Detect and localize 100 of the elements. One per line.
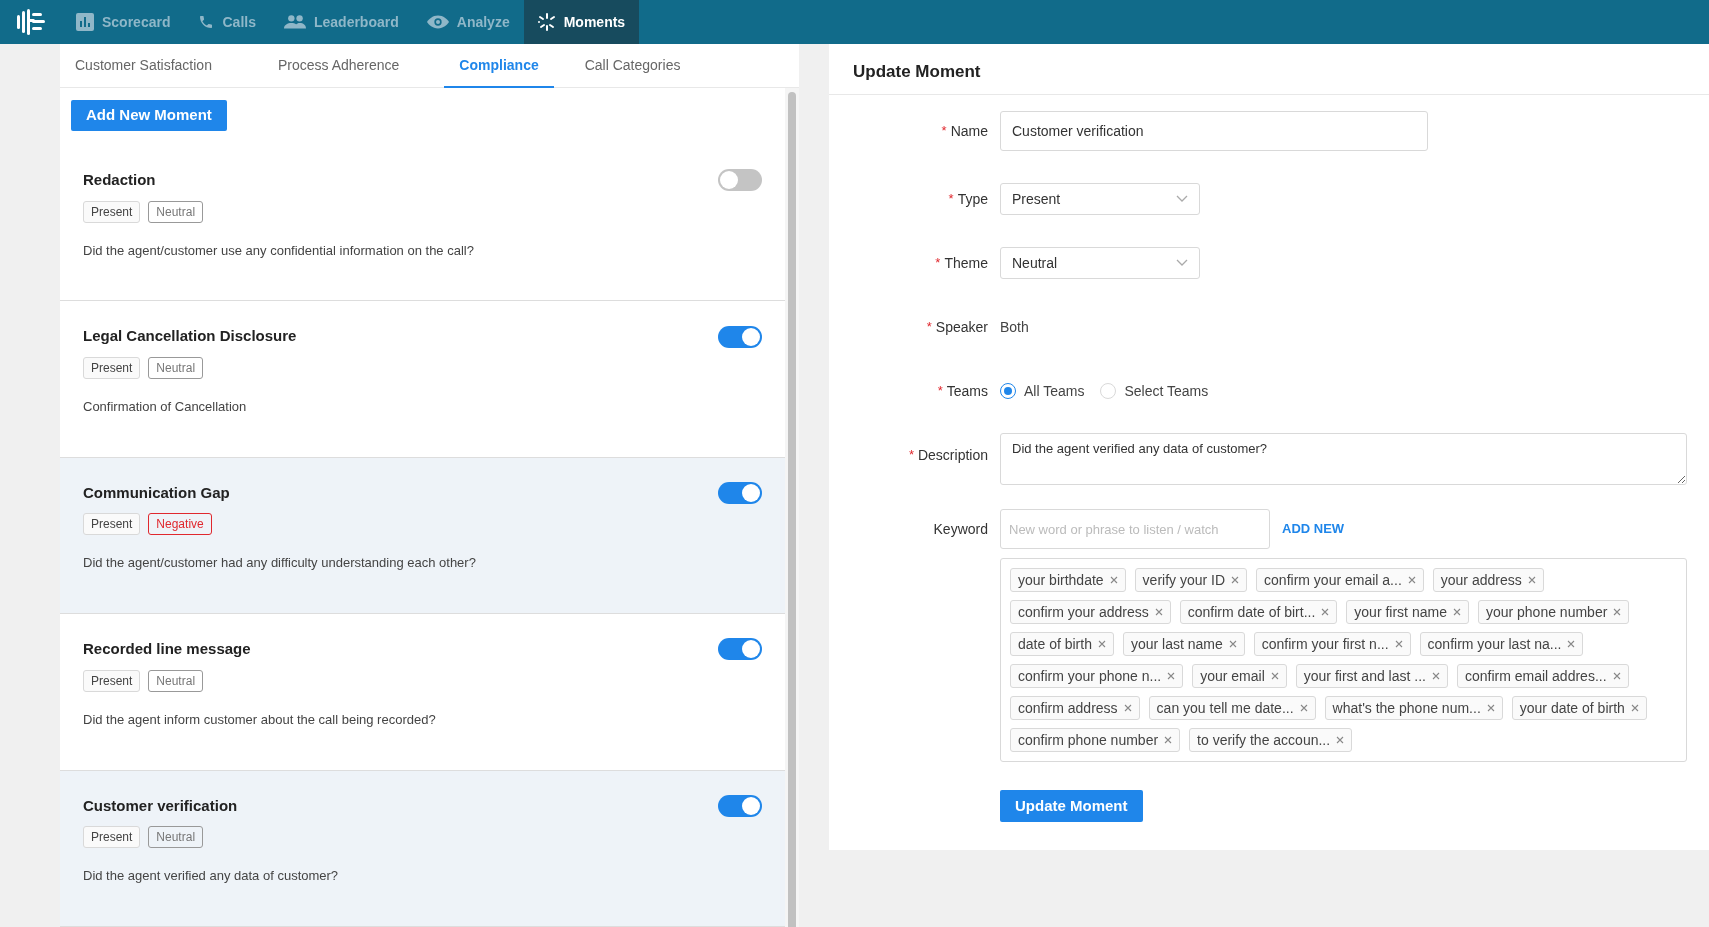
keyword-tag[interactable]: your email bbox=[1192, 664, 1287, 688]
keyword-tag[interactable]: to verify the accoun... bbox=[1189, 728, 1353, 752]
tab[interactable]: Compliance bbox=[444, 44, 554, 88]
moment-description: Did the agent inform customer about the call being recorded? bbox=[83, 710, 437, 729]
panel-title: Update Moment bbox=[853, 60, 981, 83]
close-icon[interactable] bbox=[1527, 576, 1536, 584]
close-icon[interactable] bbox=[1452, 608, 1461, 616]
required-mark: * bbox=[926, 318, 932, 337]
toggle-switch[interactable] bbox=[718, 325, 762, 348]
tab[interactable]: Process Adherence bbox=[262, 44, 415, 88]
toggle-switch[interactable] bbox=[718, 638, 762, 661]
close-icon[interactable] bbox=[1109, 576, 1118, 584]
field-label: Speaker bbox=[935, 317, 988, 337]
select-field[interactable]: Present bbox=[1000, 183, 1200, 215]
moment-title: Communication Gap bbox=[83, 482, 230, 503]
keyword-tag[interactable]: your address bbox=[1432, 568, 1544, 592]
keyword-tag[interactable]: confirm email addres... bbox=[1456, 664, 1629, 688]
required-mark: * bbox=[941, 122, 947, 141]
moment-card[interactable]: Customer verification Present Neutral Did the agent verified any data of customer? bbox=[60, 770, 785, 927]
keyword-tag[interactable]: verify your ID bbox=[1134, 568, 1248, 592]
keyword-tag[interactable]: your birthdate bbox=[1010, 568, 1126, 592]
close-icon[interactable] bbox=[1394, 640, 1403, 648]
close-icon[interactable] bbox=[1567, 640, 1576, 648]
keyword-field[interactable]: New word or phrase to listen / watch bbox=[1000, 509, 1270, 549]
field-label: Description bbox=[917, 445, 988, 465]
name-field[interactable]: Customer verification bbox=[1000, 111, 1428, 151]
toggle-switch[interactable] bbox=[718, 169, 762, 192]
close-icon[interactable] bbox=[1167, 672, 1176, 680]
description-field[interactable]: Did the agent verified any data of customer? bbox=[1000, 433, 1687, 485]
keyword-tag[interactable]: date of birth bbox=[1010, 632, 1114, 656]
moment-card[interactable]: Communication Gap Present Negative Did the agent/customer had any difficulty understanding each other? bbox=[60, 457, 785, 615]
close-icon[interactable] bbox=[1270, 672, 1279, 680]
keyword-tag[interactable]: confirm your address bbox=[1010, 600, 1171, 624]
moment-title: Customer verification bbox=[83, 795, 238, 816]
close-icon[interactable] bbox=[1231, 576, 1240, 584]
tab[interactable]: Call Categories bbox=[569, 44, 696, 88]
close-icon[interactable] bbox=[1299, 704, 1308, 712]
close-icon[interactable] bbox=[1321, 608, 1330, 616]
close-icon[interactable] bbox=[1407, 576, 1416, 584]
moment-title: Legal Cancellation Disclosure bbox=[83, 326, 297, 347]
keyword-tag[interactable]: your first name bbox=[1346, 600, 1469, 624]
close-icon[interactable] bbox=[1164, 736, 1173, 744]
close-icon[interactable] bbox=[1228, 640, 1237, 648]
select-field[interactable]: Neutral bbox=[1000, 247, 1200, 279]
keyword-tag[interactable]: confirm address bbox=[1010, 696, 1140, 720]
close-icon[interactable] bbox=[1123, 704, 1132, 712]
required-mark: * bbox=[908, 446, 914, 465]
close-icon[interactable] bbox=[1154, 608, 1163, 616]
close-icon[interactable] bbox=[1486, 704, 1495, 712]
keyword-tag[interactable]: can you tell me date... bbox=[1148, 696, 1316, 720]
phone-icon bbox=[198, 14, 215, 30]
keyword-tag[interactable]: your last name bbox=[1122, 632, 1245, 656]
moment-description: Confirmation of Cancellation bbox=[83, 397, 248, 416]
theme-tag: Neutral bbox=[148, 200, 204, 223]
keyword-tag[interactable]: confirm phone number bbox=[1010, 728, 1181, 752]
close-icon[interactable] bbox=[1336, 736, 1345, 744]
required-mark: * bbox=[937, 382, 943, 401]
close-icon[interactable] bbox=[1431, 672, 1440, 680]
close-icon[interactable] bbox=[1613, 608, 1622, 616]
keyword-tag[interactable]: confirm date of birt... bbox=[1179, 600, 1338, 624]
close-icon[interactable] bbox=[1630, 704, 1639, 712]
type-tag: Present bbox=[83, 826, 141, 849]
logo-icon[interactable] bbox=[17, 9, 45, 35]
required-mark: * bbox=[935, 254, 941, 273]
keyword-tag[interactable]: what's the phone num... bbox=[1324, 696, 1503, 720]
eye-icon bbox=[426, 14, 449, 30]
tab[interactable]: Customer Satisfaction bbox=[60, 44, 227, 88]
bar-chart-icon bbox=[76, 13, 94, 31]
add-keyword-link[interactable]: ADD NEW bbox=[1282, 519, 1345, 539]
type-tag: Present bbox=[83, 513, 141, 536]
add-moment-button[interactable]: Add New Moment bbox=[71, 100, 227, 131]
moment-description: Did the agent/customer had any difficulty understanding each other? bbox=[83, 554, 477, 573]
update-moment-button[interactable]: Update Moment bbox=[1000, 790, 1143, 822]
scrollbar-thumb[interactable] bbox=[788, 92, 796, 927]
radio-option[interactable]: All Teams bbox=[1000, 380, 1085, 402]
field-label: Name bbox=[950, 121, 988, 141]
keyword-tag[interactable]: your date of birth bbox=[1511, 696, 1647, 720]
keyword-tag[interactable]: your first and last ... bbox=[1295, 664, 1448, 688]
speaker-value: Both bbox=[1000, 317, 1029, 337]
moment-title: Redaction bbox=[83, 170, 156, 190]
keyword-tag[interactable]: your phone number bbox=[1477, 600, 1630, 624]
theme-tag: Neutral bbox=[148, 669, 204, 692]
radio-option[interactable]: Select Teams bbox=[1100, 380, 1209, 402]
type-tag: Present bbox=[83, 669, 141, 692]
chevron-down-icon bbox=[1176, 195, 1188, 203]
moment-description: Did the agent verified any data of customer? bbox=[83, 867, 340, 886]
toggle-switch[interactable] bbox=[718, 794, 762, 817]
theme-tag: Negative bbox=[148, 513, 212, 536]
keyword-tag[interactable]: confirm your last na... bbox=[1419, 632, 1584, 656]
people-icon bbox=[283, 14, 306, 30]
keyword-tag[interactable]: confirm your phone n... bbox=[1010, 664, 1184, 688]
keyword-tag[interactable]: confirm your email a... bbox=[1256, 568, 1424, 592]
theme-tag: Neutral bbox=[148, 826, 204, 849]
nav-item[interactable]: Moments bbox=[523, 0, 640, 44]
toggle-switch[interactable] bbox=[718, 482, 762, 505]
close-icon[interactable] bbox=[1612, 672, 1621, 680]
required-mark: * bbox=[948, 190, 954, 209]
field-label: Teams bbox=[946, 381, 988, 401]
keyword-tag[interactable]: confirm your first n... bbox=[1253, 632, 1411, 656]
close-icon[interactable] bbox=[1097, 640, 1106, 648]
